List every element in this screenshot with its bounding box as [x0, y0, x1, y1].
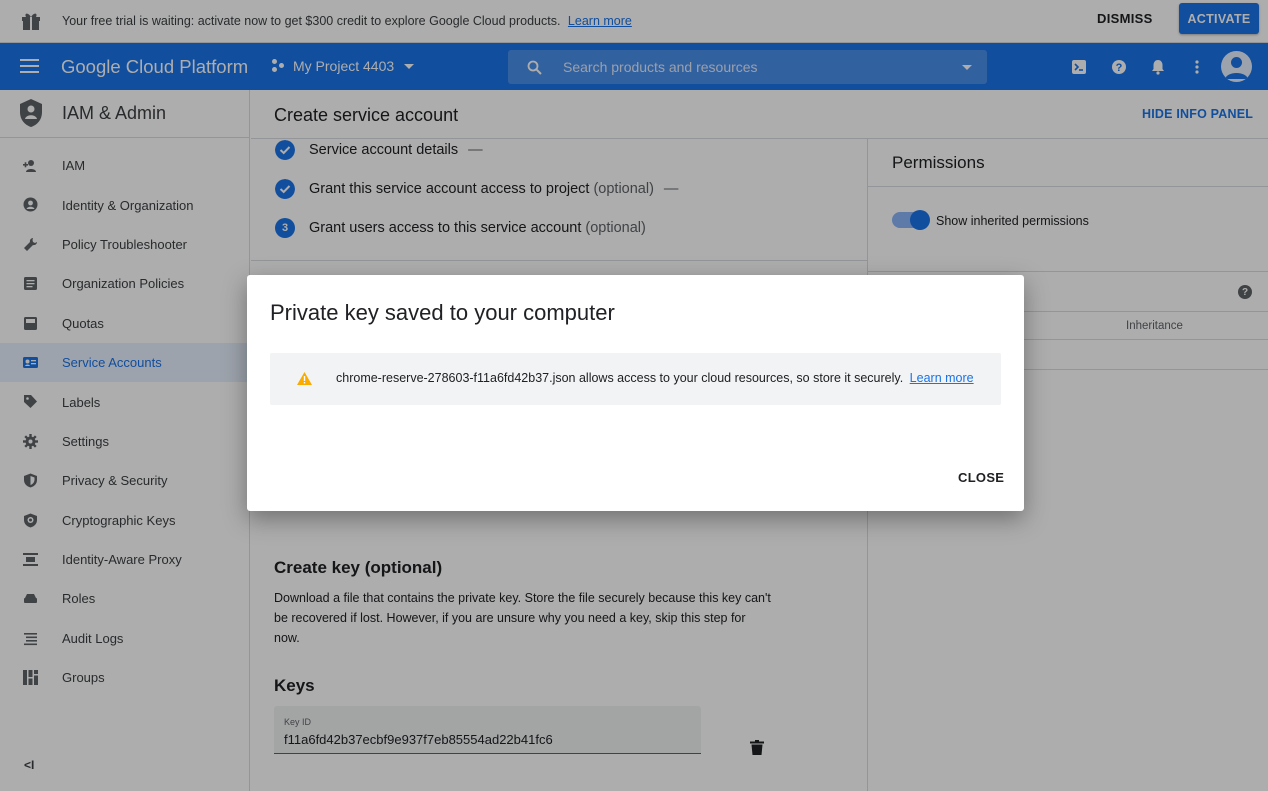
close-button[interactable]: CLOSE [958, 470, 1004, 485]
dialog-notice: chrome-reserve-278603-f11a6fd42b37.json … [270, 353, 1001, 405]
dialog-title: Private key saved to your computer [270, 300, 615, 325]
warning-icon [297, 372, 312, 385]
private-key-dialog: Private key saved to your computer chrom… [247, 275, 1024, 511]
notice-learn-more-link[interactable]: Learn more [910, 371, 974, 385]
notice-text: chrome-reserve-278603-f11a6fd42b37.json … [336, 371, 974, 385]
notice-message: chrome-reserve-278603-f11a6fd42b37.json … [336, 371, 904, 385]
